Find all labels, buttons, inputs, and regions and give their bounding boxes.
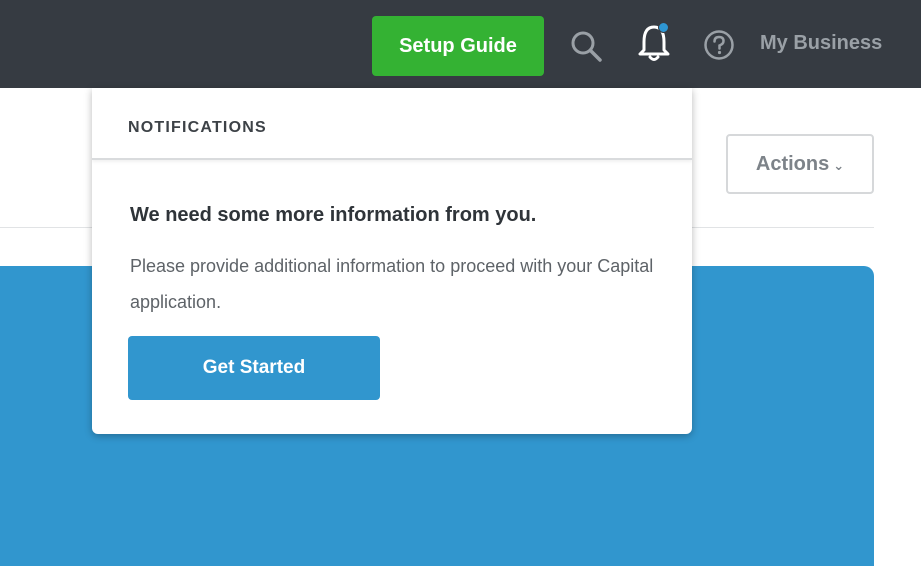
notification-body: Please provide additional information to… <box>130 256 654 312</box>
chevron-down-icon: ⌄ <box>833 157 845 173</box>
search-button[interactable] <box>568 28 604 64</box>
help-button[interactable] <box>702 28 736 62</box>
actions-dropdown-button[interactable]: Actions ⌄ <box>726 134 874 194</box>
popover-title: NOTIFICATIONS <box>128 119 267 136</box>
unread-indicator-dot <box>658 22 669 33</box>
notification-headline: We need some more information from you. <box>130 204 537 226</box>
get-started-button[interactable]: Get Started <box>128 336 380 400</box>
top-nav-bar: Setup Guide My Business <box>0 0 921 88</box>
setup-guide-button[interactable]: Setup Guide <box>372 16 544 76</box>
notifications-button[interactable] <box>634 20 674 64</box>
popover-header: NOTIFICATIONS <box>92 88 692 160</box>
notifications-popover: NOTIFICATIONS We need some more informat… <box>92 88 692 434</box>
search-icon <box>571 31 602 62</box>
help-icon <box>704 30 734 60</box>
business-menu[interactable]: My Business <box>760 32 882 55</box>
actions-label: Actions <box>755 152 830 175</box>
